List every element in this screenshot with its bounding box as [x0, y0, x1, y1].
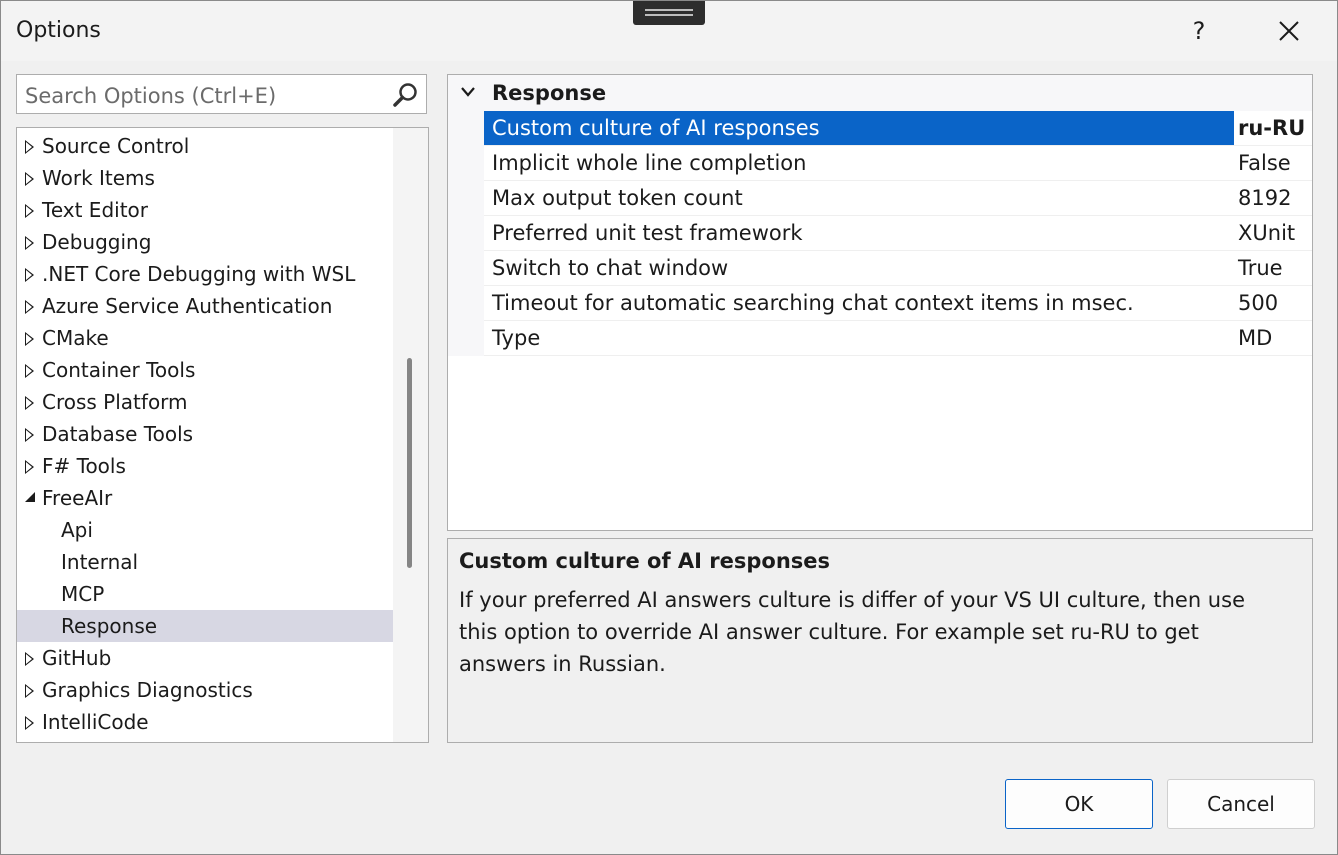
tree-item[interactable]: Azure Service Authentication [17, 290, 393, 322]
help-button[interactable]: ? [1179, 13, 1219, 49]
drag-grip-icon[interactable] [633, 1, 705, 25]
tree-item[interactable]: Source Control [17, 130, 393, 162]
tree-item[interactable]: Graphics Diagnostics [17, 674, 393, 706]
tree-item-label: FreeAIr [42, 486, 113, 510]
description-pane: Custom culture of AI responses If your p… [447, 538, 1313, 743]
tree-item-label: Text Editor [42, 198, 148, 222]
tree-item[interactable]: GitHub [17, 642, 393, 674]
expand-arrow-icon[interactable] [25, 140, 34, 154]
window-title: Options [16, 18, 101, 43]
property-row[interactable]: Timeout for automatic searching chat con… [484, 286, 1312, 321]
property-row[interactable]: Implicit whole line completion False [484, 146, 1312, 181]
expand-arrow-icon[interactable] [25, 364, 34, 378]
tree-item-label: Graphics Diagnostics [42, 678, 253, 702]
expand-arrow-icon[interactable] [25, 716, 34, 730]
property-row[interactable]: Preferred unit test framework XUnit [484, 216, 1312, 251]
category-header[interactable]: Response [448, 75, 1312, 111]
tree-item[interactable]: Response [17, 610, 393, 642]
tree-scrollbar[interactable] [393, 128, 428, 742]
tree-item[interactable]: Api [17, 514, 393, 546]
tree-item-label: GitHub [42, 646, 112, 670]
property-row[interactable]: Type MD [484, 321, 1312, 356]
tree-item-label: Api [61, 518, 93, 542]
property-value[interactable]: XUnit [1236, 216, 1312, 250]
property-name[interactable]: Preferred unit test framework [484, 216, 1234, 250]
tree-item-label: Response [61, 614, 158, 638]
tree-item[interactable]: IntelliCode [17, 706, 393, 738]
expand-arrow-icon[interactable] [25, 652, 34, 666]
tree-item-label: IntelliCode [42, 710, 149, 734]
tree-item-label: Container Tools [42, 358, 196, 382]
collapse-arrow-icon[interactable] [23, 490, 37, 504]
expand-arrow-icon[interactable] [25, 332, 34, 346]
tree-item-label: F# Tools [42, 454, 126, 478]
tree-item[interactable]: Text Editor [17, 194, 393, 226]
expand-arrow-icon[interactable] [25, 460, 34, 474]
expand-arrow-icon[interactable] [25, 236, 34, 250]
property-name[interactable]: Implicit whole line completion [484, 146, 1234, 180]
tree-item[interactable]: Internal [17, 546, 393, 578]
tree-item[interactable]: Container Tools [17, 354, 393, 386]
property-name[interactable]: Max output token count [484, 181, 1234, 215]
tree-item[interactable]: Work Items [17, 162, 393, 194]
tree-item-label: Database Tools [42, 422, 194, 446]
description-title: Custom culture of AI responses [459, 549, 831, 573]
tree-item-label: Work Items [42, 166, 155, 190]
grid-gutter [448, 111, 484, 356]
expand-arrow-icon[interactable] [25, 684, 34, 698]
tree-item-label: MCP [61, 582, 105, 606]
options-dialog: Options ? Search Options (Ctrl+E) Source… [0, 0, 1338, 855]
property-name[interactable]: Switch to chat window [484, 251, 1234, 285]
property-value[interactable]: 500 [1236, 286, 1312, 320]
expand-arrow-icon[interactable] [25, 396, 34, 410]
category-label: Response [492, 81, 607, 105]
tree-item[interactable]: CMake [17, 322, 393, 354]
cancel-button[interactable]: Cancel [1167, 779, 1315, 829]
property-name[interactable]: Type [484, 321, 1234, 355]
property-value[interactable]: MD [1236, 321, 1312, 355]
description-text: If your preferred AI answers culture is … [459, 588, 1245, 676]
close-icon [1279, 21, 1299, 41]
expand-arrow-icon[interactable] [25, 428, 34, 442]
property-row[interactable]: Custom culture of AI responses ru-RU [484, 111, 1312, 146]
tree-item-label: .NET Core Debugging with WSL [42, 262, 356, 286]
expand-arrow-icon[interactable] [25, 204, 34, 218]
tree-item-label: Cross Platform [42, 390, 188, 414]
tree-item[interactable]: FreeAIr [17, 482, 393, 514]
scrollbar-thumb[interactable] [407, 358, 412, 568]
tree-item[interactable]: F# Tools [17, 450, 393, 482]
tree-item[interactable]: .NET Core Debugging with WSL [17, 258, 393, 290]
close-button[interactable] [1269, 13, 1309, 49]
property-name[interactable]: Custom culture of AI responses [484, 111, 1234, 145]
property-value[interactable]: False [1236, 146, 1312, 180]
search-input[interactable]: Search Options (Ctrl+E) [16, 74, 427, 114]
title-bar[interactable]: Options ? [1, 1, 1337, 61]
search-icon[interactable] [392, 81, 420, 109]
property-grid[interactable]: Response Custom culture of AI responses r… [447, 74, 1313, 531]
property-name[interactable]: Timeout for automatic searching chat con… [484, 286, 1234, 320]
property-row[interactable]: Switch to chat window True [484, 251, 1312, 286]
tree-item-label: Source Control [42, 134, 190, 158]
expand-arrow-icon[interactable] [25, 300, 34, 314]
options-tree[interactable]: Source Control Work Items Text Editor Debug… [16, 127, 429, 743]
chevron-down-icon[interactable] [460, 85, 476, 99]
property-value[interactable]: ru-RU [1236, 111, 1312, 145]
property-row[interactable]: Max output token count 8192 [484, 181, 1312, 216]
property-value[interactable]: True [1236, 251, 1312, 285]
tree-item-label: Debugging [42, 230, 152, 254]
property-value[interactable]: 8192 [1236, 181, 1312, 215]
tree-item[interactable]: Database Tools [17, 418, 393, 450]
tree-item[interactable]: Debugging [17, 226, 393, 258]
expand-arrow-icon[interactable] [25, 268, 34, 282]
tree-item-label: Azure Service Authentication [42, 294, 333, 318]
tree-item-label: CMake [42, 326, 109, 350]
search-placeholder: Search Options (Ctrl+E) [25, 84, 277, 108]
tree-item-label: Internal [61, 550, 139, 574]
ok-button[interactable]: OK [1005, 779, 1153, 829]
tree-item[interactable]: Cross Platform [17, 386, 393, 418]
tree-item[interactable]: MCP [17, 578, 393, 610]
expand-arrow-icon[interactable] [25, 172, 34, 186]
